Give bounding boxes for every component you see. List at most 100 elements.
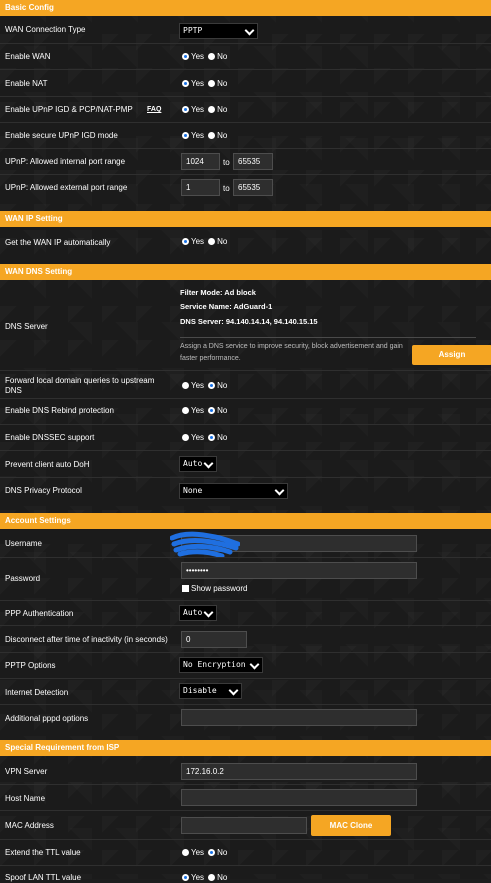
idle-label: Disconnect after time of inactivity (in … [5,635,168,644]
extend-ttl-label: Extend the TTL value [5,848,81,857]
host-name-input[interactable] [181,789,417,806]
dnssec-radio: Yes No [182,433,231,443]
radio-no[interactable] [208,80,216,87]
divider [0,652,491,653]
radio-no[interactable] [208,849,216,856]
dnssec-label: Enable DNSSEC support [5,433,95,442]
radio-yes[interactable] [182,407,189,414]
dns-filter-mode: Filter Mode: Ad block [180,288,256,297]
radio-yes[interactable] [182,53,189,60]
radio-yes-label: Yes [191,873,205,882]
show-password-label: Show password [191,584,248,593]
section-title: Account Settings [5,516,71,525]
external-port-from[interactable]: 1 [181,179,220,196]
radio-no-label: No [217,848,228,857]
internal-port-to[interactable]: 65535 [233,153,273,170]
vpn-server-label: VPN Server [5,767,48,776]
redaction-scribble [170,531,240,558]
doh-select[interactable]: Auto [179,456,217,472]
radio-no-label: No [217,873,228,882]
internal-port-from[interactable]: 1024 [181,153,220,170]
radio-yes[interactable] [182,849,189,856]
to-label: to [223,158,230,167]
username-label: Username [5,539,42,548]
idle-input[interactable]: 0 [181,631,247,648]
radio-yes-label: Yes [191,848,205,857]
radio-no[interactable] [208,434,216,441]
divider [0,450,491,451]
forward-queries-radio: Yes No [182,381,231,391]
upnp-label: Enable UPnP IGD & PCP/NAT-PMP [5,105,133,114]
chevron-down-icon [249,659,260,670]
divider [0,122,491,123]
radio-no-label: No [217,105,228,114]
ppp-auth-label: PPP Authentication [5,609,74,618]
secure-upnp-label: Enable secure UPnP IGD mode [5,131,118,140]
faq-link[interactable]: FAQ [147,106,161,113]
pppd-options-label: Additional pppd options [5,714,89,723]
section-title: Special Requirement from ISP [5,743,120,752]
chevron-down-icon [203,458,214,469]
radio-no-label: No [217,52,228,61]
section-title: Basic Config [5,3,54,12]
wan-type-select[interactable]: PPTP [179,23,258,39]
chevron-down-icon [274,485,285,496]
internet-detection-value: Disable [183,686,217,695]
internet-detection-select[interactable]: Disable [179,683,242,699]
section-title: WAN IP Setting [5,214,63,223]
radio-yes-label: Yes [191,52,205,61]
radio-no-label: No [217,406,228,415]
radio-yes[interactable] [182,434,189,441]
radio-no[interactable] [208,132,216,139]
mac-clone-button[interactable]: MAC Clone [311,815,391,836]
wan-ip-auto-radio: Yes No [182,237,231,247]
radio-yes[interactable] [182,132,189,139]
doh-value: Auto [183,459,203,468]
checkbox[interactable] [182,585,189,592]
enable-wan-radio: Yes No [182,52,231,62]
dns-rebind-radio: Yes No [182,406,231,416]
radio-yes[interactable] [182,106,189,113]
radio-yes-label: Yes [191,105,205,114]
dns-privacy-select[interactable]: None [179,483,288,499]
external-port-to[interactable]: 65535 [233,179,273,196]
radio-no-label: No [217,131,228,140]
ppp-auth-select[interactable]: Auto [179,605,217,621]
internet-detection-label: Internet Detection [5,688,69,697]
divider [0,784,491,785]
mac-address-label: MAC Address [5,821,54,830]
radio-no-label: No [217,433,228,442]
chevron-down-icon [244,25,255,36]
radio-yes[interactable] [182,382,189,389]
divider [0,477,491,478]
radio-yes[interactable] [182,874,189,881]
radio-no[interactable] [208,238,216,245]
radio-no[interactable] [208,106,216,113]
vpn-server-input[interactable]: 172.16.0.2 [181,763,417,780]
radio-no[interactable] [208,874,216,881]
dns-privacy-label: DNS Privacy Protocol [5,486,82,495]
enable-wan-label: Enable WAN [5,52,51,61]
radio-no[interactable] [208,407,216,414]
pppd-options-input[interactable] [181,709,417,726]
radio-no-label: No [217,79,228,88]
password-input[interactable]: •••••••• [181,562,417,579]
section-wan-ip: WAN IP Setting [0,211,491,227]
enable-nat-radio: Yes No [182,79,231,89]
pptp-options-select[interactable]: No Encryption [179,657,263,673]
password-label: Password [5,574,41,583]
divider [0,557,491,558]
show-password[interactable]: Show password [182,584,247,593]
section-isp: Special Requirement from ISP [0,740,491,756]
radio-yes[interactable] [182,80,189,87]
external-range-label: UPnP: Allowed external port range [5,183,128,192]
mac-address-input[interactable] [181,817,307,834]
divider [0,424,491,425]
wan-type-label: WAN Connection Type [5,25,86,34]
radio-no[interactable] [208,382,216,389]
assign-button[interactable]: Assign [412,345,491,365]
dns-service-name: Service Name: AdGuard-1 [180,302,273,311]
radio-yes[interactable] [182,238,189,245]
dns-divider [180,337,476,338]
radio-no[interactable] [208,53,216,60]
